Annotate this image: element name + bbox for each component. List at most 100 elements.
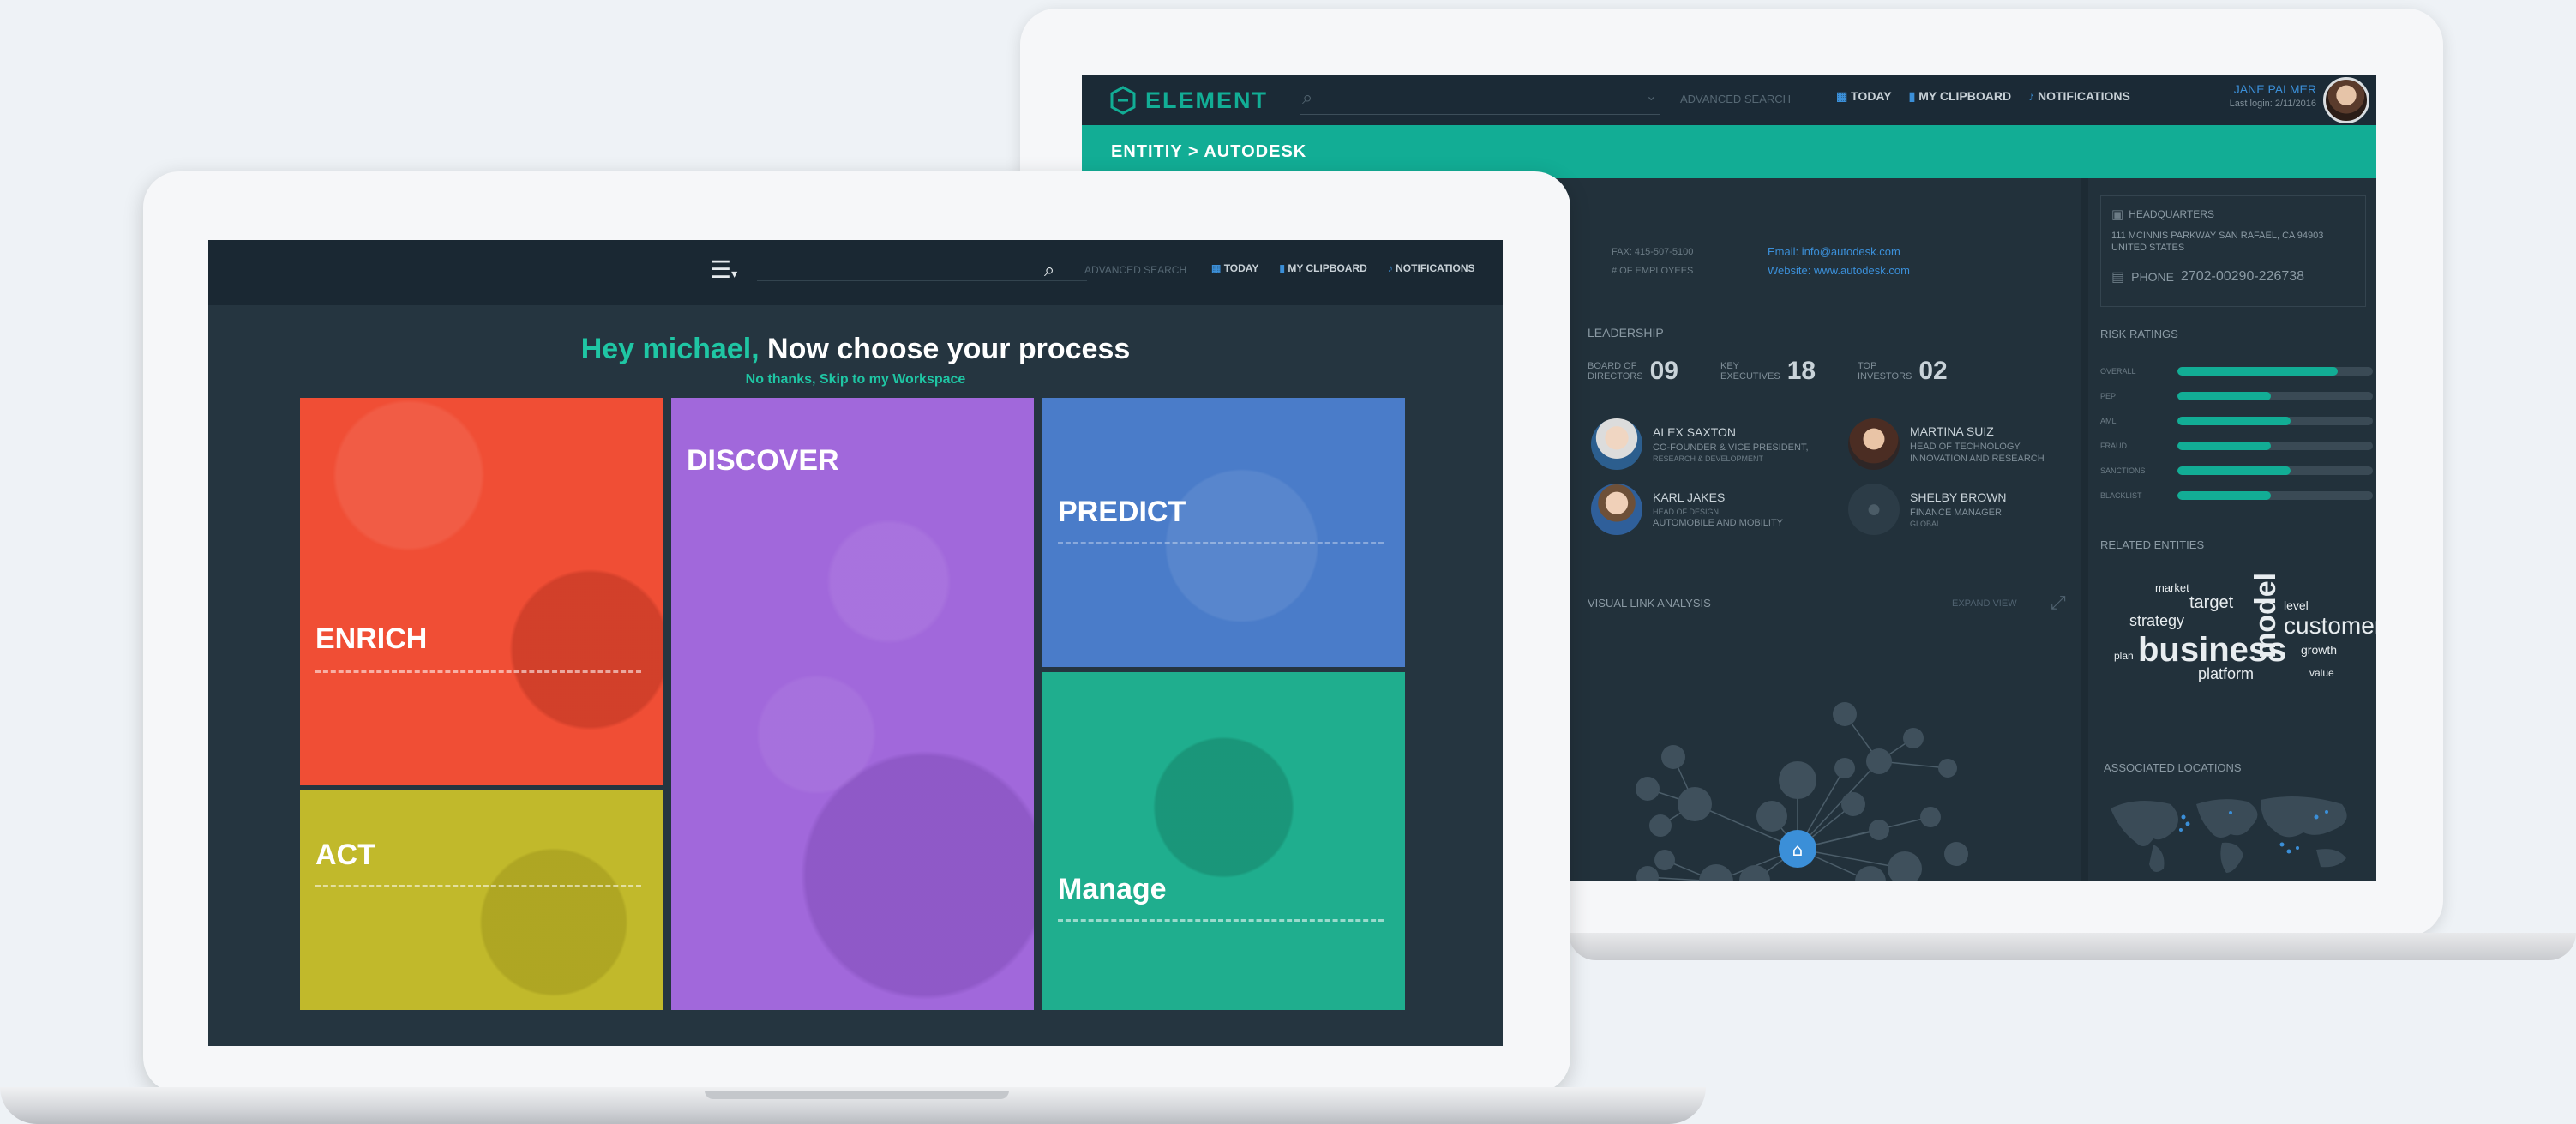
bank-icon: ⌂ — [1792, 839, 1804, 860]
risk-row: BLACKLIST — [2100, 483, 2375, 508]
risk-bar-track — [2177, 466, 2373, 475]
tile-label: ENRICH — [315, 622, 428, 655]
employees-label: # OF EMPLOYEES — [1612, 266, 1694, 276]
risk-title: RISK RATINGS — [2100, 328, 2178, 340]
tile-texture — [300, 790, 663, 1010]
person-card[interactable]: ● SHELBY BROWN FINANCE MANAGER GLOBAL — [1848, 482, 2097, 537]
associated-locations-title: ASSOCIATED LOCATIONS — [2104, 761, 2242, 774]
front-search-underline[interactable] — [757, 280, 1087, 281]
risk-bar-fill — [2177, 466, 2291, 475]
nav-clipboard[interactable]: ▮ MY CLIPBOARD — [1279, 262, 1366, 274]
person-card[interactable]: ALEX SAXTON CO-FOUNDER & VICE PRESIDENT, R… — [1591, 417, 1840, 472]
risk-list: OVERALL PEP AML FRAUD SANCTIONS BLACKLIST — [2100, 358, 2375, 508]
nav-notifications[interactable]: ♪ NOTIFICATIONS — [2028, 89, 2130, 104]
back-laptop-base — [1569, 933, 2576, 960]
calendar-icon: ▦ — [1211, 262, 1222, 274]
world-map[interactable] — [2102, 791, 2359, 881]
tile-texture — [1042, 398, 1405, 667]
related-entities-title: RELATED ENTITIES — [2100, 538, 2205, 551]
search-box[interactable]: ⌕ ⌄ — [1300, 84, 1660, 115]
tile-manage[interactable]: Manage — [1042, 672, 1405, 1010]
last-login: Last login: 2/11/2016 — [2229, 99, 2316, 109]
search-icon[interactable]: ⌕ — [1044, 259, 1054, 281]
brand-name: ELEMENT — [1145, 87, 1269, 113]
risk-row: SANCTIONS — [2100, 458, 2375, 483]
continents-shape — [2111, 796, 2347, 873]
person-name: MARTINA SUIZ — [1910, 424, 1994, 438]
user-info[interactable]: JANE PALMER Last login: 2/11/2016 — [2188, 82, 2316, 109]
phone-icon: ▤ — [2111, 270, 2125, 285]
risk-bar-fill — [2177, 441, 2272, 450]
tile-label: DISCOVER — [687, 444, 839, 477]
tile-texture — [300, 398, 663, 785]
tile-enrich[interactable]: ENRICH — [300, 398, 663, 785]
fax-label: FAX: 415-507-5100 — [1612, 247, 1694, 257]
avatar — [1591, 418, 1642, 470]
risk-row: PEP — [2100, 383, 2375, 408]
risk-label: AML — [2100, 416, 2117, 425]
stat-value: 02 — [1918, 357, 1948, 385]
risk-label: PEP — [2100, 391, 2117, 400]
nav-today[interactable]: ▦ TODAY — [1836, 89, 1892, 104]
tile-dash — [1058, 919, 1384, 922]
nav-today[interactable]: ▦ TODAY — [1211, 262, 1258, 274]
risk-row: AML — [2100, 408, 2375, 433]
risk-bar-track — [2177, 416, 2373, 425]
bell-icon: ♪ — [1387, 262, 1393, 274]
email-link[interactable]: Email: info@autodesk.com — [1768, 245, 1900, 258]
word-cloud[interactable]: business model customer strategy target … — [2104, 564, 2376, 693]
element-logo[interactable]: ELEMENT — [1109, 84, 1268, 117]
tile-label: Manage — [1058, 873, 1167, 905]
search-dropdown-icon[interactable]: ⌄ — [1646, 87, 1657, 105]
greeting-hello: Hey michael, — [580, 333, 760, 365]
user-placeholder-icon: ● — [1865, 495, 1882, 523]
website-link[interactable]: Website: www.autodesk.com — [1768, 264, 1910, 277]
person-card[interactable]: MARTINA SUIZ HEAD OF TECHNOLOGY INNOVATION… — [1848, 417, 2097, 472]
right-column-divider — [2081, 178, 2088, 881]
risk-bar-track — [2177, 441, 2373, 450]
risk-bar-fill — [2177, 490, 2272, 500]
hq-country: UNITED STATES — [2111, 243, 2185, 253]
advanced-search-link[interactable]: ADVANCED SEARCH — [1680, 93, 1791, 105]
risk-bar-fill — [2177, 391, 2272, 400]
link-graph[interactable]: ⌂ — [1588, 598, 2102, 881]
avatar — [1591, 484, 1642, 535]
hamburger-menu-icon[interactable]: ☰▾ — [710, 255, 737, 284]
tile-act[interactable]: ACT — [300, 790, 663, 1010]
phone-value: 2702-00290-226738 — [2180, 269, 2305, 284]
user-avatar[interactable] — [2323, 77, 2369, 123]
front-screen: ☰▾ ⌕ ADVANCED SEARCH ▦ TODAY ▮ MY CLIPBO… — [208, 240, 1503, 1046]
bell-icon: ♪ — [2028, 89, 2035, 103]
person-name: KARL JAKES — [1653, 490, 1726, 504]
user-name: JANE PALMER — [2233, 82, 2316, 96]
risk-label: BLACKLIST — [2100, 490, 2142, 500]
advanced-search-link[interactable]: ADVANCED SEARCH — [1084, 264, 1186, 276]
tile-label: ACT — [315, 838, 375, 871]
nav-notifications[interactable]: ♪ NOTIFICATIONS — [1388, 262, 1475, 274]
bookmark-icon: ▮ — [1279, 262, 1285, 274]
element-logo-icon — [1110, 86, 1136, 115]
bookmark-icon: ▮ — [1908, 89, 1916, 103]
front-top-bar: ☰▾ ⌕ ADVANCED SEARCH ▦ TODAY ▮ MY CLIPBO… — [208, 240, 1503, 305]
person-name: SHELBY BROWN — [1910, 490, 2007, 504]
person-card[interactable]: KARL JAKES HEAD OF DESIGN AUTOMOBILE AND M… — [1591, 482, 1840, 537]
stat-value: 09 — [1649, 357, 1678, 385]
hq-address: 111 MCINNIS PARKWAY SAN RAFAEL, CA 94903 — [2111, 231, 2324, 241]
risk-label: OVERALL — [2100, 366, 2136, 376]
nav-clipboard[interactable]: ▮ MY CLIPBOARD — [1909, 89, 2011, 104]
breadcrumb[interactable]: ENTITIY > AUTODESK — [1111, 142, 1306, 162]
tile-dash — [315, 670, 641, 673]
tile-dash — [1058, 542, 1384, 544]
avatar: ● — [1848, 484, 1900, 535]
risk-row: FRAUD — [2100, 433, 2375, 458]
top-nav: ▦ TODAY ▮ MY CLIPBOARD ♪ NOTIFICATIONS — [1836, 89, 2130, 104]
risk-bar-track — [2177, 366, 2373, 376]
tile-predict[interactable]: PREDICT — [1042, 398, 1405, 667]
risk-bar-fill — [2177, 366, 2338, 376]
greeting-prompt: Now choose your process — [767, 333, 1131, 365]
tile-discover[interactable]: DISCOVER — [671, 398, 1034, 1010]
hq-title: HEADQUARTERS — [2129, 208, 2214, 220]
search-input[interactable] — [1326, 87, 1618, 110]
tile-label: PREDICT — [1058, 496, 1186, 528]
skip-link[interactable]: No thanks, Skip to my Workspace — [208, 372, 1503, 388]
